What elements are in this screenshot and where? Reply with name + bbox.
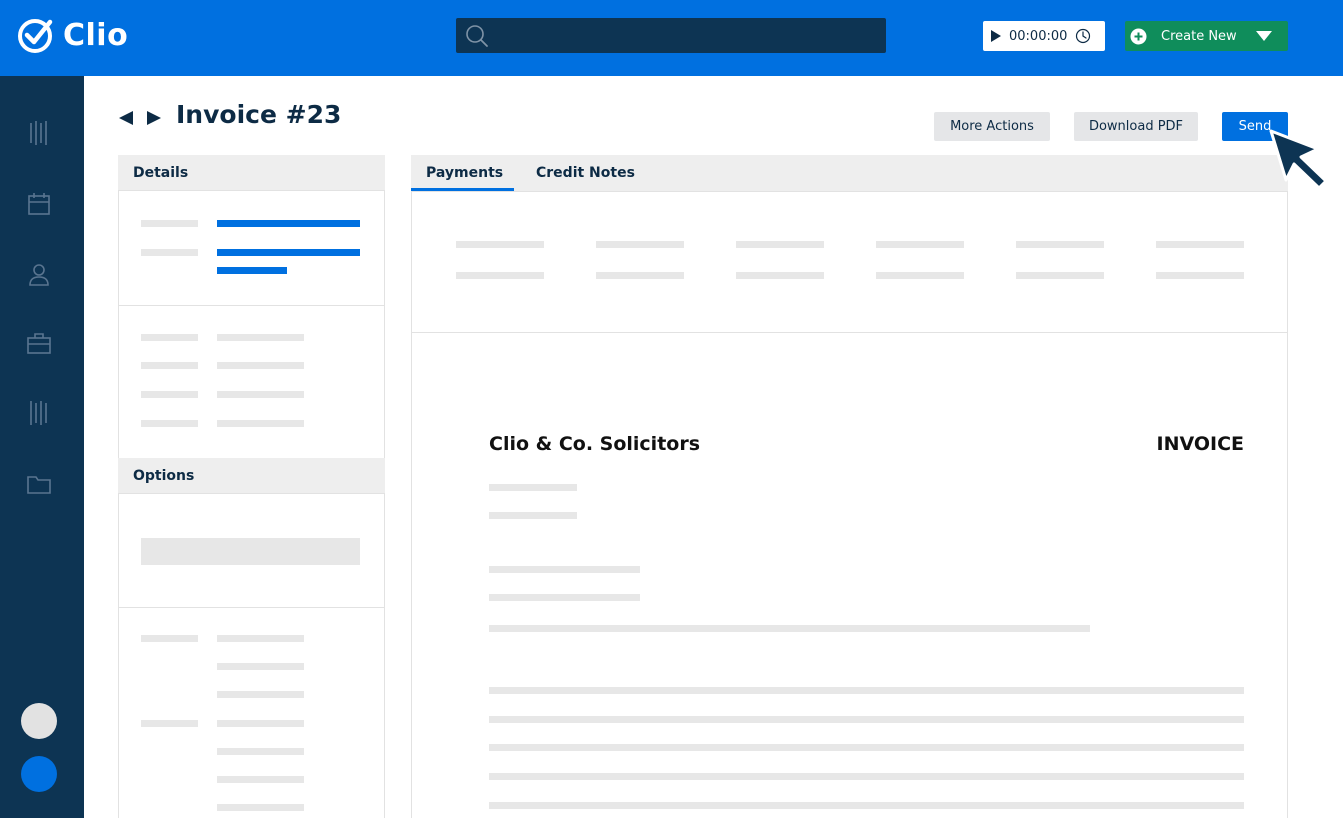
placeholder-line <box>217 663 304 670</box>
table-cell <box>456 272 544 279</box>
invoice-label: INVOICE <box>1156 433 1245 455</box>
table-cell <box>876 241 964 248</box>
create-new-label: Create New <box>1161 28 1237 44</box>
placeholder-line <box>217 691 304 698</box>
create-new-button[interactable]: Create New <box>1125 21 1288 51</box>
invoice-text-line <box>489 512 577 519</box>
link-placeholder[interactable] <box>217 220 360 227</box>
table-cell <box>456 241 544 248</box>
invoice-text-line <box>489 687 1244 694</box>
table-cell <box>1016 241 1104 248</box>
divider <box>118 607 385 608</box>
app-name: Clio <box>63 17 129 53</box>
table-cell <box>1156 272 1244 279</box>
more-actions-button[interactable]: More Actions <box>934 112 1050 141</box>
placeholder-line <box>141 362 198 369</box>
briefcase-icon[interactable] <box>26 331 52 357</box>
table-cell <box>596 272 684 279</box>
check-circle-icon <box>18 19 53 53</box>
play-icon <box>991 30 1001 42</box>
placeholder-line <box>217 334 304 341</box>
tab-payments[interactable]: Payments <box>426 155 503 191</box>
invoice-text-line <box>489 744 1244 751</box>
placeholder-line <box>217 391 304 398</box>
person-icon[interactable] <box>26 261 52 287</box>
cursor-icon <box>1269 129 1328 190</box>
invoice-text-line <box>489 625 1090 632</box>
placeholder-line <box>217 804 304 811</box>
table-cell <box>1156 241 1244 248</box>
placeholder-line <box>217 720 304 727</box>
billing-icon[interactable] <box>26 400 52 426</box>
placeholder-line <box>217 635 304 642</box>
invoice-text-line <box>489 484 577 491</box>
placeholder-line <box>217 776 304 783</box>
invoice-company-name: Clio & Co. Solicitors <box>489 433 701 455</box>
invoice-text-line <box>489 566 640 573</box>
table-cell <box>1016 272 1104 279</box>
user-avatar[interactable] <box>21 756 57 792</box>
details-header: Details <box>118 155 385 191</box>
placeholder-line <box>141 220 198 227</box>
avatar[interactable] <box>21 703 57 739</box>
tab-credit-notes[interactable]: Credit Notes <box>536 155 635 191</box>
timer-widget[interactable]: 00:00:00 <box>983 21 1105 51</box>
placeholder-line <box>141 334 198 341</box>
tab-bar: Payments Credit Notes <box>411 155 1288 191</box>
link-placeholder[interactable] <box>217 267 287 274</box>
placeholder-line <box>141 249 198 256</box>
invoice-text-line <box>489 594 640 601</box>
page-title: Invoice #23 <box>176 100 342 129</box>
placeholder-line <box>217 362 304 369</box>
invoice-text-line <box>489 802 1244 809</box>
top-bar: Clio 00:00:00 Create New <box>0 0 1343 76</box>
plus-circle-icon <box>1130 28 1147 44</box>
download-pdf-button[interactable]: Download PDF <box>1074 112 1198 141</box>
activity-icon[interactable] <box>26 120 52 146</box>
placeholder-line <box>141 391 198 398</box>
table-cell <box>876 272 964 279</box>
calendar-icon[interactable] <box>26 191 52 217</box>
caret-down-icon[interactable] <box>1255 31 1272 41</box>
divider <box>411 332 1288 333</box>
table-cell <box>736 272 824 279</box>
placeholder-line <box>217 748 304 755</box>
divider <box>118 493 385 494</box>
divider <box>118 190 385 191</box>
clock-icon <box>1076 28 1091 44</box>
table-cell <box>596 241 684 248</box>
divider <box>118 305 385 306</box>
invoice-text-line <box>489 716 1244 723</box>
divider <box>411 191 1288 192</box>
timer-value: 00:00:00 <box>1009 28 1068 44</box>
placeholder-line <box>141 420 198 427</box>
search-icon <box>466 25 488 47</box>
search-input[interactable] <box>456 18 886 53</box>
placeholder-line <box>141 720 198 727</box>
invoice-text-line <box>489 773 1244 780</box>
sidebar <box>0 76 84 818</box>
app-logo[interactable]: Clio <box>17 15 128 55</box>
prev-arrow-icon[interactable] <box>118 110 134 126</box>
option-field[interactable] <box>141 538 360 565</box>
link-placeholder[interactable] <box>217 249 360 256</box>
table-cell <box>736 241 824 248</box>
options-header: Options <box>118 458 385 494</box>
placeholder-line <box>141 635 198 642</box>
placeholder-line <box>217 420 304 427</box>
folder-icon[interactable] <box>26 471 52 497</box>
next-arrow-icon[interactable] <box>146 110 162 126</box>
